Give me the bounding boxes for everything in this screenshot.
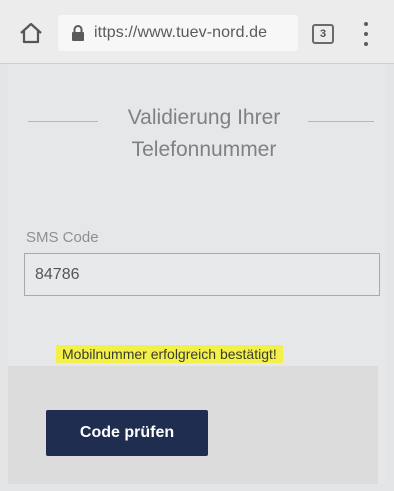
check-code-button[interactable]: Code prüfen [46,410,208,456]
url-text: ittps://www.tuev-nord.de [94,24,268,41]
verification-page: Validierung Ihrer Telefonnummer SMS Code… [8,64,386,484]
page-title-line2: Telefonnummer [131,138,277,161]
phone-screen: ittps://www.tuev-nord.de 3 Validierung I… [0,0,394,491]
title-divider-left [28,121,98,122]
title-divider-right [308,121,374,122]
browser-toolbar: ittps://www.tuev-nord.de 3 [0,0,394,64]
lock-icon [70,24,86,42]
success-message: Mobilnummer erfolgreich bestätigt! [56,345,283,363]
tab-count: 3 [319,28,327,40]
sms-code-input[interactable] [24,253,380,296]
sms-code-label: SMS Code [26,229,99,246]
action-panel: Code prüfen [8,366,378,484]
tab-switcher-icon[interactable]: 3 [312,24,334,44]
address-bar[interactable]: ittps://www.tuev-nord.de [58,15,298,51]
page-title: Validierung Ihrer Telefonnummer [94,102,314,166]
overflow-menu-icon[interactable] [360,22,372,46]
page-title-line1: Validierung Ihrer [127,106,281,129]
home-icon[interactable] [18,20,44,46]
